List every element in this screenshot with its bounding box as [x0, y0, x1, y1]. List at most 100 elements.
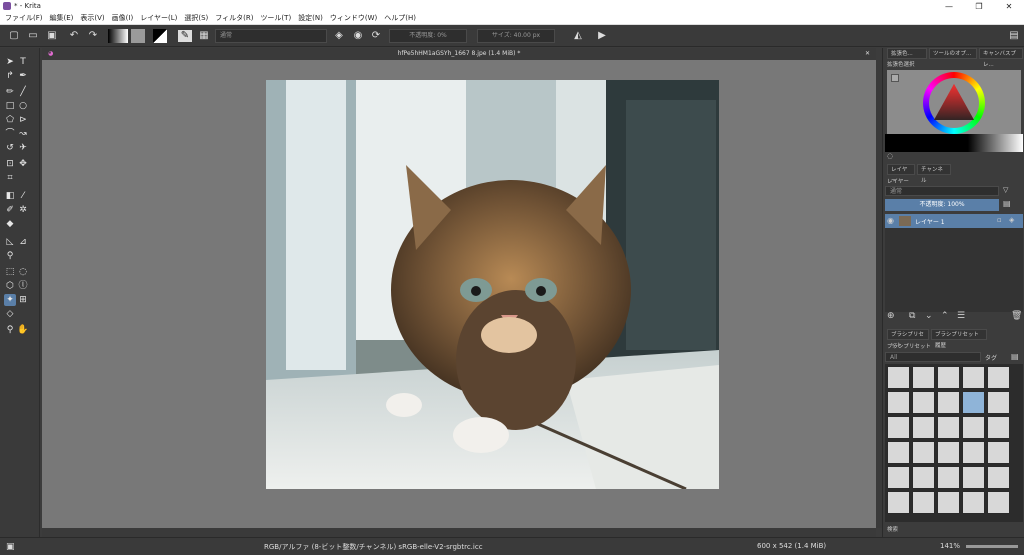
brush-preset[interactable] — [987, 441, 1010, 464]
minimize-button[interactable]: — — [934, 0, 964, 12]
duplicate-layer-icon[interactable]: ⧉ — [909, 311, 915, 321]
ellipse-tool-icon[interactable]: ○ — [17, 100, 29, 112]
mirror-horizontal-icon[interactable]: ◭ — [572, 30, 584, 42]
bezier-tool-icon[interactable]: ⌒ — [4, 128, 16, 140]
brush-preset[interactable] — [962, 466, 985, 489]
color-space-info[interactable]: RGB/アルファ (8-ビット整数/チャンネル) sRGB-elle-V2-sr… — [264, 542, 483, 552]
pan-tool-icon[interactable]: ✋ — [17, 324, 29, 336]
tab-layers[interactable]: レイヤー — [887, 164, 915, 184]
calligraphy-icon[interactable]: ✒ — [17, 70, 29, 82]
visibility-eye-icon[interactable]: ◉ — [887, 216, 894, 225]
brush-preset[interactable] — [912, 391, 935, 414]
layers-list[interactable] — [885, 228, 1023, 312]
undo-icon[interactable]: ↶ — [68, 30, 80, 42]
inherit-alpha-icon[interactable]: ◈ — [1009, 216, 1014, 224]
color-selector-panel[interactable] — [887, 70, 1021, 138]
rect-select-icon[interactable]: ⬚ — [4, 266, 16, 278]
brush-preset[interactable] — [987, 416, 1010, 439]
polygon-tool-icon[interactable]: ⬠ — [4, 114, 16, 126]
brush-preset[interactable] — [887, 466, 910, 489]
brush-preset[interactable] — [912, 416, 935, 439]
select-shapes-icon[interactable]: ➤ — [4, 56, 16, 68]
menu-image[interactable]: 画像(I) — [112, 13, 134, 23]
reference-images-icon[interactable]: ⚲ — [4, 250, 16, 262]
line-tool-icon[interactable]: ╱ — [17, 86, 29, 98]
layer-properties-icon[interactable]: ▤ — [1003, 199, 1011, 208]
bezier-select-icon[interactable]: ◇ — [4, 308, 16, 320]
layer-opacity-slider[interactable]: 不透明度: 100% — [885, 199, 999, 211]
brush-preset[interactable] — [962, 441, 985, 464]
move-layer-down-icon[interactable]: ⌄ — [925, 311, 933, 321]
brush-preset[interactable] — [912, 441, 935, 464]
menu-help[interactable]: ヘルプ(H) — [384, 13, 416, 23]
move-layer-up-icon[interactable]: ⌃ — [941, 311, 949, 321]
gradient-tool-icon[interactable]: ◧ — [4, 190, 16, 202]
tab-brush-history[interactable]: ブラシプリセット履歴 — [931, 329, 987, 349]
freehand-brush-icon[interactable]: ✏ — [4, 86, 16, 98]
color-picker-icon[interactable]: ⁄ — [17, 190, 29, 202]
menu-select[interactable]: 選択(S) — [184, 13, 208, 23]
save-icon[interactable]: ▣ — [46, 30, 58, 42]
brush-preset[interactable] — [937, 466, 960, 489]
multibrush-icon[interactable]: ✈ — [17, 142, 29, 154]
brush-preset[interactable] — [987, 366, 1010, 389]
brush-preset[interactable] — [912, 491, 935, 514]
brush-preset[interactable] — [937, 416, 960, 439]
brush-preset[interactable] — [937, 366, 960, 389]
brush-preset[interactable] — [962, 416, 985, 439]
brush-search-field[interactable]: 検索 — [887, 525, 898, 533]
brush-preset[interactable] — [887, 391, 910, 414]
menu-file[interactable]: ファイル(F) — [5, 13, 43, 23]
gradient-selector[interactable] — [108, 29, 128, 43]
color-menu-icon[interactable] — [891, 74, 899, 82]
measure-tool-icon[interactable]: ⊿ — [17, 236, 29, 248]
move-tool-icon[interactable]: ✥ — [17, 158, 29, 170]
text-tool-icon[interactable]: T — [17, 56, 29, 68]
size-slider[interactable]: サイズ: 40.00 px — [477, 29, 555, 43]
brush-preset[interactable] — [937, 491, 960, 514]
horizontal-scrollbar[interactable] — [42, 528, 876, 537]
brush-preset-icon[interactable]: ✎ — [178, 30, 192, 42]
tab-brush-presets[interactable]: ブラシプリセット — [887, 329, 929, 349]
colorize-mask-icon[interactable]: ✐ — [4, 204, 16, 216]
layer-row[interactable]: ◉ レイヤー 1 ▫ ◈ — [885, 214, 1023, 228]
new-document-icon[interactable]: ▢ — [8, 30, 20, 42]
filter-icon[interactable]: ▽ — [1003, 186, 1008, 194]
opacity-slider[interactable]: 不透明度: 0% — [389, 29, 467, 43]
brush-preset[interactable] — [937, 391, 960, 414]
transform-tool-icon[interactable]: ⊡ — [4, 158, 16, 170]
reload-preset-icon[interactable]: ⟳ — [370, 30, 382, 42]
fill-tool-icon[interactable]: ◆ — [4, 218, 16, 230]
blend-mode-select[interactable]: 通常 — [215, 29, 327, 43]
color-history-bar[interactable] — [885, 134, 1023, 152]
menu-window[interactable]: ウィンドウ(W) — [330, 13, 377, 23]
brush-tag-label[interactable]: タグ — [985, 353, 997, 362]
tab-canvas-preview[interactable]: キャンバスプレ... — [979, 48, 1023, 68]
brush-filter-select[interactable]: All — [885, 352, 981, 362]
brush-preset-selected[interactable] — [962, 391, 985, 414]
dynamic-brush-icon[interactable]: ↺ — [4, 142, 16, 154]
document-tab[interactable]: ◕ hfPe5hHM1aGSYh_1667 8.jpe (1.4 MiB) * … — [42, 48, 876, 60]
menu-tools[interactable]: ツール(T) — [260, 13, 291, 23]
saturation-triangle[interactable] — [932, 82, 976, 122]
eraser-icon[interactable]: ◈ — [333, 30, 345, 42]
layer-menu-icon[interactable]: ☰ — [957, 311, 965, 321]
zoom-slider[interactable] — [966, 545, 1018, 548]
brush-preset[interactable] — [887, 416, 910, 439]
canvas-area[interactable] — [42, 60, 876, 528]
layer-blend-select[interactable]: 通常 — [885, 186, 999, 196]
brush-view-icon[interactable]: ▤ — [1011, 352, 1019, 361]
rectangle-tool-icon[interactable]: □ — [4, 100, 16, 112]
maximize-button[interactable]: ❐ — [964, 0, 994, 12]
delete-layer-icon[interactable]: 🗑 — [1011, 311, 1022, 321]
menu-filter[interactable]: フィルタ(R) — [215, 13, 253, 23]
menu-layer[interactable]: レイヤー(L) — [140, 13, 177, 23]
alpha-lock-icon[interactable]: ▫ — [997, 216, 1002, 224]
brush-preset[interactable] — [887, 366, 910, 389]
freehand-select-icon[interactable]: ⓛ — [17, 280, 29, 292]
menu-settings[interactable]: 設定(N) — [298, 13, 323, 23]
zoom-tool-icon[interactable]: ⚲ — [4, 324, 16, 336]
tab-tool-options[interactable]: ツールのオプ... — [929, 48, 977, 59]
preserve-alpha-icon[interactable]: ◉ — [352, 30, 364, 42]
workspace-grid-icon[interactable]: ▦ — [198, 30, 210, 42]
